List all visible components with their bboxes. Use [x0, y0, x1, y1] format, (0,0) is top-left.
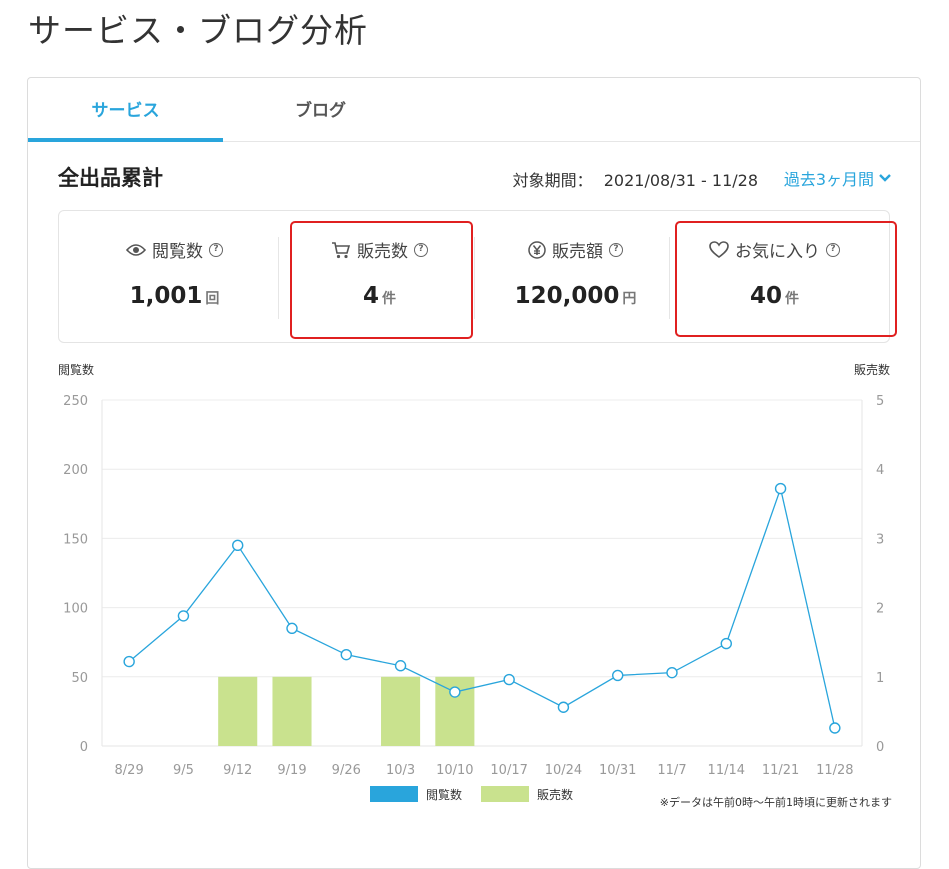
y-axis-title-right: 販売数 — [854, 362, 890, 377]
line-point — [394, 660, 407, 672]
tab-service[interactable]: サービス — [28, 78, 223, 142]
chevron-down-icon — [879, 174, 891, 182]
period-value: 2021/08/31 - 11/28 — [603, 171, 758, 190]
x-tick-label: 9/5 — [173, 763, 194, 778]
x-tick-label: 10/24 — [545, 763, 582, 778]
legend-label-views: 閲覧数 — [426, 787, 462, 802]
highlight-box-sales — [290, 221, 473, 339]
y-tick-label-right: 3 — [876, 532, 884, 547]
line-point — [286, 622, 298, 635]
x-tick-label: 8/29 — [115, 763, 144, 778]
y-tick-label-left: 150 — [63, 532, 88, 547]
legend-label-sales: 販売数 — [537, 787, 573, 802]
line-point — [774, 482, 787, 495]
bar — [381, 676, 421, 746]
y-tick-label-right: 2 — [876, 602, 884, 617]
line-point — [612, 669, 624, 682]
help-icon[interactable]: ? — [209, 242, 223, 257]
x-tick-label: 10/17 — [490, 763, 527, 778]
stat-revenue: 販売額 ? 120,000 円 — [472, 211, 679, 342]
line-point — [720, 637, 732, 650]
x-tick-label: 11/14 — [708, 763, 745, 778]
line-point — [503, 673, 515, 686]
y-tick-label-left: 100 — [63, 602, 88, 617]
stat-revenue-label: 販売額 — [552, 242, 603, 262]
y-tick-label-left: 0 — [80, 740, 88, 755]
x-tick-label: 11/7 — [657, 763, 686, 778]
yen-icon — [528, 240, 546, 259]
tab-blog[interactable]: ブログ — [223, 78, 418, 138]
y-tick-label-left: 200 — [63, 463, 88, 478]
stat-revenue-unit: 円 — [622, 291, 637, 307]
x-tick-label: 9/12 — [223, 763, 252, 778]
line-point — [449, 686, 461, 698]
highlight-box-favorites — [675, 221, 897, 337]
stat-revenue-value: 120,000 — [514, 283, 620, 309]
page-title: サービス・ブログ分析 — [28, 11, 368, 50]
y-tick-label-left: 50 — [71, 671, 88, 686]
x-tick-label: 9/19 — [277, 763, 306, 778]
stat-views-label: 閲覧数 — [152, 242, 203, 262]
y-tick-label-left: 250 — [63, 394, 88, 409]
x-tick-label: 10/10 — [436, 763, 473, 778]
x-tick-label: 11/21 — [762, 763, 799, 778]
tab-bar: サービス ブログ — [28, 78, 920, 142]
combo-chart: 閲覧数 販売数0501001502002500123458/29 9/5 9/12 9/… — [58, 362, 890, 802]
bar — [272, 676, 312, 746]
section-title: 全出品累計 — [58, 166, 163, 190]
line-point — [177, 610, 190, 622]
line-point — [232, 539, 244, 552]
period-select-label: 過去3ヶ月間 — [783, 170, 874, 189]
stat-views-value: 1,001 — [129, 283, 203, 309]
y-tick-label-right: 5 — [876, 394, 884, 409]
stat-views: 閲覧数 ? 1,001 回 — [71, 211, 278, 342]
line-point — [557, 701, 570, 713]
help-icon[interactable]: ? — [609, 242, 623, 257]
line-point — [666, 666, 678, 679]
y-tick-label-right: 4 — [876, 463, 884, 478]
period-select[interactable]: 過去3ヶ月間 — [784, 166, 892, 190]
line-point — [340, 648, 352, 661]
period-label: 対象期間： 2021/08/31 - 11/28 — [513, 167, 758, 191]
analytics-card: サービス ブログ 全出品累計 対象期間： 2021/08/31 - 11/28 … — [27, 77, 921, 869]
stat-views-unit: 回 — [205, 291, 220, 307]
x-tick-label: 11/28 — [816, 763, 853, 778]
y-tick-label-right: 0 — [876, 740, 884, 755]
bar — [218, 676, 258, 746]
y-axis-title-left: 閲覧数 — [58, 362, 94, 377]
legend-swatch-sales — [481, 786, 529, 802]
line-point — [829, 722, 841, 734]
x-tick-label: 9/26 — [332, 763, 361, 778]
line-point — [123, 655, 135, 668]
period-label-text: 対象期間： — [512, 171, 593, 190]
update-note: ※データは午前0時～午前1時頃に更新されます — [659, 796, 892, 809]
legend-swatch-views — [370, 786, 418, 802]
y-tick-label-right: 1 — [876, 671, 884, 686]
eye-icon — [126, 243, 146, 256]
x-tick-label: 10/3 — [386, 763, 415, 778]
x-tick-label: 10/31 — [599, 763, 636, 778]
